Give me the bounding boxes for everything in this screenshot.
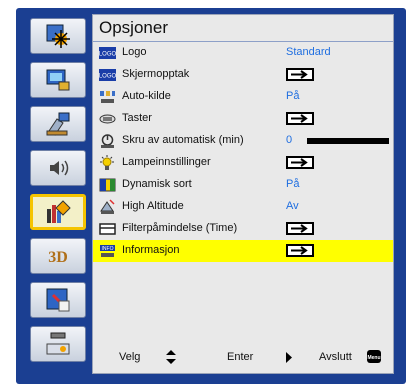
high-altitude-icon: [100, 199, 115, 214]
menu-row-value: Av: [286, 200, 299, 212]
svg-text:INFO: INFO: [102, 246, 114, 252]
menu-row-label: Skjermopptak: [122, 68, 190, 80]
menu-row-value: Standard: [286, 46, 331, 58]
image-settings-icon: [46, 24, 70, 48]
sidebar-item-display[interactable]: [30, 62, 86, 98]
menu-row-value: 0: [286, 134, 293, 146]
menu-row-dynamic-black[interactable]: Dynamisk sort På: [93, 174, 393, 196]
menu-row-high-altitude[interactable]: High Altitude Av: [93, 196, 393, 218]
menu-row-value: På: [286, 90, 300, 102]
menu-row-label: Taster: [122, 112, 152, 124]
sidebar-item-audio[interactable]: [30, 150, 86, 186]
options-icon: [47, 200, 71, 223]
arrow-right-icon: [291, 224, 308, 233]
3d-icon: 3D: [48, 249, 68, 266]
menu-row-label: Auto-kilde: [122, 90, 171, 102]
arrow-right-icon: [291, 158, 308, 167]
sidebar-item-image[interactable]: [30, 18, 86, 54]
sidebar: 3D: [30, 18, 86, 366]
logo-capture-icon: LOGO: [99, 69, 116, 81]
arrow-right-icon: [291, 246, 308, 255]
menu-row-label: Logo: [122, 46, 147, 58]
menu-row-auto-power-off[interactable]: Skru av automatisk (min) 0: [93, 130, 393, 152]
svg-text:3D: 3D: [48, 249, 68, 266]
setup-icon: [46, 112, 70, 136]
audio-icon: [50, 160, 69, 176]
menu-row-label: Skru av automatisk (min): [122, 134, 244, 146]
lan-icon: [46, 288, 70, 312]
menu-row-label: Dynamisk sort: [122, 178, 192, 190]
auto-power-off-icon: [101, 134, 114, 148]
menu-row-label: Lampeinnstillinger: [122, 156, 211, 168]
sidebar-item-options[interactable]: [30, 194, 86, 230]
menu-row-auto-source[interactable]: Auto-kilde På: [93, 86, 393, 108]
menu-row-label: Filterpåmindelse (Time): [122, 222, 238, 234]
svg-text:LOGO: LOGO: [99, 52, 116, 58]
menu-row-logo[interactable]: LOGO Logo Standard: [93, 42, 393, 64]
sidebar-item-setup[interactable]: [30, 106, 86, 142]
arrow-right-icon: [291, 70, 308, 79]
menu-row-label: High Altitude: [122, 200, 184, 212]
menu-row-value: På: [286, 178, 300, 190]
sidebar-item-network[interactable]: [30, 326, 86, 362]
exit-hint-label: Avslutt: [319, 351, 352, 363]
options-panel: Opsjoner LOGO Logo Standard LOGO Skjermo…: [92, 14, 394, 374]
network-icon: [46, 332, 70, 355]
auto-power-off-slider[interactable]: [307, 138, 389, 144]
svg-text:LOGO: LOGO: [99, 74, 116, 80]
arrow-right-icon: [291, 114, 308, 123]
lamp-settings-icon: [100, 155, 114, 170]
keypad-icon: [99, 114, 116, 124]
menu-row-label: Informasjon: [122, 244, 180, 256]
auto-source-icon: [100, 91, 115, 103]
right-arrow-icon: [286, 352, 292, 363]
menu-row-filter-reminder[interactable]: Filterpåmindelse (Time): [93, 218, 393, 240]
enter-arrow-button[interactable]: [286, 222, 314, 235]
select-hint-label: Velg: [119, 351, 141, 363]
menu-key-icon: Menu: [367, 350, 381, 363]
menu-row-logo-capture[interactable]: LOGO Skjermopptak: [93, 64, 393, 86]
enter-arrow-button[interactable]: [286, 156, 314, 169]
page-title: Opsjoner: [99, 18, 168, 37]
footer-hints: Velg Enter Avslutt Menu: [93, 345, 393, 371]
menu-row-keypad[interactable]: Taster: [93, 108, 393, 130]
sidebar-item-3d[interactable]: 3D: [30, 238, 86, 274]
enter-arrow-button[interactable]: [286, 68, 314, 81]
enter-arrow-button[interactable]: [286, 112, 314, 125]
logo-icon: LOGO: [99, 47, 116, 59]
up-down-arrows-icon: [166, 350, 176, 364]
information-icon: INFO: [100, 245, 115, 257]
display-settings-icon: [46, 69, 70, 91]
osd-frame: 3D Opsjoner LOGO Logo Standard LOGO Skje…: [0, 0, 420, 392]
enter-arrow-button[interactable]: [286, 244, 314, 257]
dynamic-black-icon: [99, 178, 116, 192]
menu-row-lamp-settings[interactable]: Lampeinnstillinger: [93, 152, 393, 174]
filter-reminder-icon: [99, 223, 116, 235]
enter-hint-label: Enter: [227, 351, 254, 363]
sidebar-item-lan[interactable]: [30, 282, 86, 318]
menu-row-information[interactable]: INFO Informasjon: [93, 240, 393, 262]
svg-text:Menu: Menu: [367, 355, 380, 361]
